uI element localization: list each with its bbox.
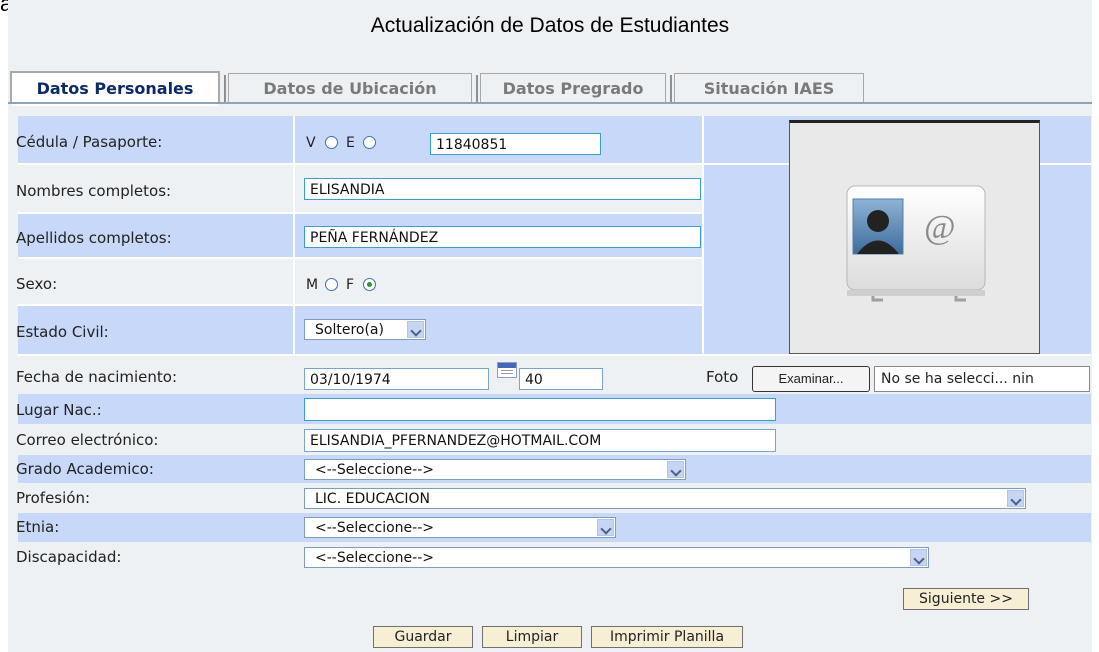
correo-input[interactable]: ELISANDIA_PFERNANDEZ@HOTMAIL.COM	[304, 429, 776, 452]
foto-label: Foto	[706, 368, 739, 386]
chevron-down-icon	[597, 519, 614, 536]
cedula-v-radio[interactable]	[325, 136, 338, 149]
label-cedula: Cédula / Pasaporte:	[16, 133, 163, 151]
photo-frame: @	[789, 120, 1040, 354]
fecha-nacimiento-input[interactable]: 03/10/1974	[304, 368, 489, 390]
sexo-m-radio[interactable]	[325, 278, 338, 291]
tab-underline	[8, 102, 1092, 104]
lugar-nac-input[interactable]	[304, 398, 776, 421]
file-name-display[interactable]: No se ha selecci... nin	[874, 366, 1090, 392]
edad-input[interactable]: 40	[519, 368, 603, 390]
label-correo: Correo electrónico:	[16, 431, 159, 449]
cedula-e-radio[interactable]	[363, 136, 376, 149]
imprimir-planilla-button[interactable]: Imprimir Planilla	[591, 626, 743, 648]
etnia-select[interactable]: <--Seleccione-->	[304, 517, 616, 538]
nombres-input[interactable]: ELISANDIA	[304, 178, 701, 200]
cedula-input[interactable]: 11840851	[430, 133, 601, 155]
label-estado-civil: Estado Civil:	[16, 323, 109, 341]
cedula-e-label: E	[346, 135, 355, 151]
tab-datos-pregrado[interactable]: Datos Pregrado	[480, 73, 666, 102]
discapacidad-select[interactable]: <--Seleccione-->	[304, 547, 929, 568]
grado-select[interactable]: <--Seleccione-->	[304, 459, 686, 480]
tab-situacion-iaes[interactable]: Situación IAES	[674, 73, 864, 102]
label-profesion: Profesión:	[16, 489, 91, 507]
row-divider	[18, 304, 704, 306]
page: a 1). Actualización de Datos de Estudian…	[0, 0, 1099, 652]
chevron-down-icon	[407, 321, 424, 338]
label-etnia: Etnia:	[16, 518, 60, 536]
row-divider	[18, 212, 704, 214]
estado-civil-value: Soltero(a)	[315, 322, 384, 338]
label-sexo: Sexo:	[16, 275, 58, 293]
chevron-down-icon	[1007, 490, 1024, 507]
chevron-down-icon	[667, 461, 684, 478]
sexo-f-radio[interactable]	[363, 278, 376, 291]
label-fecha-nacimiento: Fecha de nacimiento:	[16, 368, 178, 386]
chevron-down-icon	[910, 549, 927, 566]
sexo-f-label: F	[346, 277, 355, 293]
label-nombres: Nombres completos:	[16, 182, 172, 200]
contact-card-icon: @	[846, 185, 986, 302]
column-divider	[293, 116, 295, 356]
svg-text:@: @	[924, 209, 955, 246]
profesion-value: LIC. EDUCACION	[315, 491, 430, 507]
apellidos-input[interactable]: PEÑA FERNÁNDEZ	[304, 226, 701, 248]
estado-civil-select[interactable]: Soltero(a)	[304, 319, 426, 340]
profesion-select[interactable]: LIC. EDUCACION	[304, 488, 1026, 509]
label-grado: Grado Academico:	[16, 460, 154, 478]
grado-value: <--Seleccione-->	[315, 462, 435, 478]
row-divider	[18, 257, 704, 259]
page-title: Actualización de Datos de Estudiantes	[370, 14, 730, 37]
tab-separator	[224, 75, 226, 102]
label-discapacidad: Discapacidad:	[16, 548, 122, 566]
label-lugar-nac: Lugar Nac.:	[16, 401, 102, 419]
examinar-button[interactable]: Examinar...	[752, 366, 870, 392]
form-panel: Actualización de Datos de Estudiantes Da…	[8, 0, 1092, 652]
siguiente-button[interactable]: Siguiente >>	[903, 588, 1029, 610]
tab-datos-personales[interactable]: Datos Personales	[10, 71, 220, 106]
cedula-v-label: V	[306, 135, 316, 151]
tab-separator	[670, 75, 672, 102]
guardar-button[interactable]: Guardar	[373, 626, 473, 648]
etnia-value: <--Seleccione-->	[315, 520, 435, 536]
row-divider	[18, 354, 1091, 356]
tab-separator	[476, 75, 478, 102]
column-divider	[702, 116, 704, 356]
sexo-m-label: M	[306, 277, 319, 293]
discapacidad-value: <--Seleccione-->	[315, 550, 435, 566]
tab-datos-ubicacion[interactable]: Datos de Ubicación	[228, 73, 472, 102]
label-apellidos: Apellidos completos:	[16, 229, 172, 247]
calendar-icon[interactable]	[497, 362, 517, 378]
limpiar-button[interactable]: Limpiar	[482, 626, 582, 648]
